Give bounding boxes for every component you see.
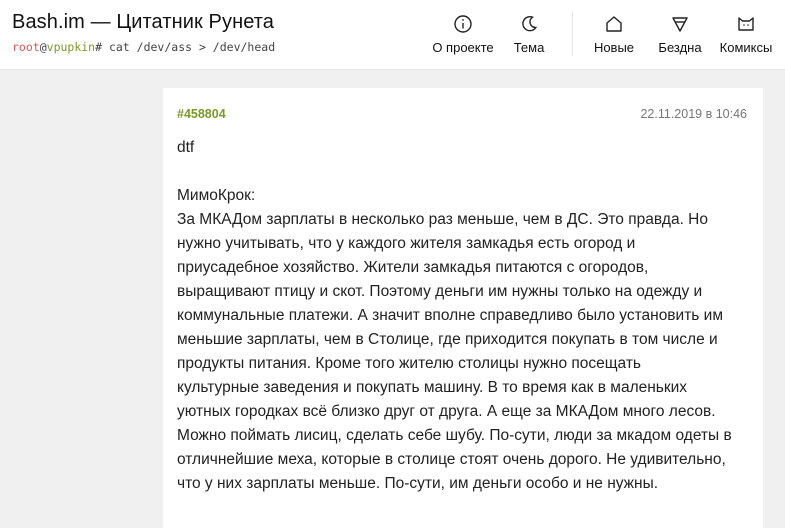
quote-date: 22.11.2019 в 10:46 (640, 107, 747, 121)
quote-line: продукты питания. Кроме того жителю стол… (177, 355, 641, 372)
terminal-prompt: root@vpupkin# cat /dev/ass > /dev/head (12, 40, 275, 54)
quote-line: уютных городках всё близко друг от друга… (177, 403, 716, 420)
quote-line: dtf (177, 139, 195, 156)
quote-line: За МКАДом зарплаты в несколько раз меньш… (177, 211, 708, 228)
quote-line: меньшие зарплаты, чем в Столице, где при… (177, 331, 718, 348)
quote-id-link[interactable]: #458804 (177, 107, 226, 121)
nav-abyss-label: Бездна (658, 40, 702, 55)
info-icon (453, 14, 473, 34)
quote-line: культурные заведения и покупать машину. … (177, 379, 688, 396)
quote-line: МимоКрок: (177, 187, 256, 204)
quote-line: выращивают птицу и скот. Поэтому деньги … (177, 283, 703, 300)
quote-body: dtf МимоКрок: За МКАДом зарплаты в неско… (177, 136, 753, 496)
nav-about-label: О проекте (432, 40, 494, 55)
nav-divider (572, 12, 573, 56)
prompt-at: @ (39, 40, 47, 54)
quote-line (177, 160, 753, 184)
nav-new-label: Новые (593, 40, 635, 55)
prompt-command: # cat /dev/ass > /dev/head (95, 40, 276, 54)
quote-line: приусадебное хозяйство. Жители замкадья … (177, 259, 649, 276)
home-icon (604, 14, 624, 34)
prompt-host: vpupkin (46, 40, 96, 54)
nav-abyss[interactable]: Бездна (656, 14, 704, 62)
prompt-user: root (12, 40, 40, 54)
quote-card: #458804 22.11.2019 в 10:46 dtf МимоКрок:… (163, 88, 763, 528)
quote-line: коммунальные платежи. А значит вполне сп… (177, 307, 723, 324)
moon-icon (519, 14, 539, 34)
nav-new[interactable]: Новые (591, 14, 637, 62)
nav-about[interactable]: О проекте (431, 14, 495, 62)
quote-line: Можно поймать лисиц, сделать себе шубу. … (177, 427, 732, 444)
site-title[interactable]: Bash.im — Цитатник Рунета (12, 11, 274, 34)
nav-theme-label: Тема (513, 40, 545, 55)
quote-line: нужно учитывать, что у каждого жителя за… (177, 235, 636, 252)
quote-line: отличнейшие меха, которые в столице стоя… (177, 451, 726, 468)
nav-theme[interactable]: Тема (509, 14, 549, 62)
nav-comics-label: Комиксы (719, 40, 773, 55)
quote-line: что у них зарплаты меньше. По-сути, им д… (177, 475, 659, 492)
comics-icon (736, 14, 756, 34)
site-header: Bash.im — Цитатник Рунета root@vpupkin# … (0, 0, 785, 70)
abyss-icon (670, 14, 690, 34)
nav-comics[interactable]: Комиксы (717, 14, 775, 62)
